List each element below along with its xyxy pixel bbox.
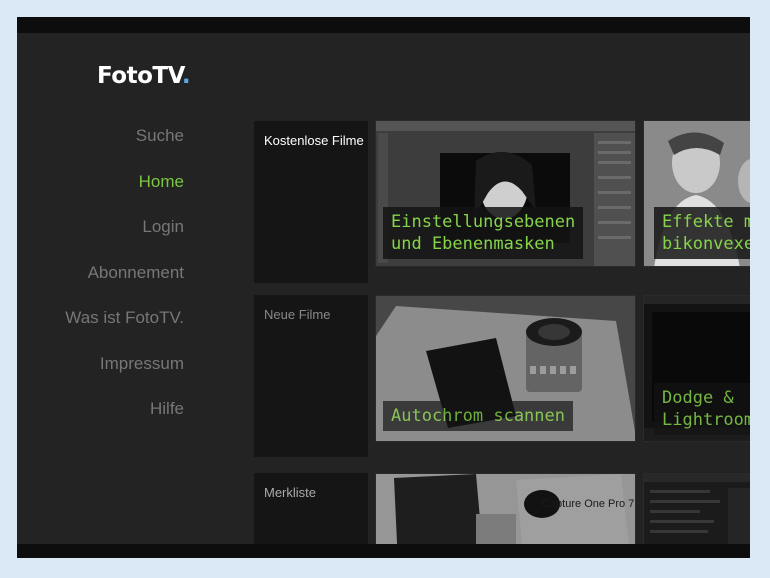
nav-item-impressum[interactable]: Impressum <box>65 351 184 397</box>
tile-caption: Effekte mi bikonvexer <box>654 207 750 259</box>
row-label-neue-filme: Neue Filme <box>254 295 368 457</box>
nav-item-home[interactable]: Home <box>65 169 184 215</box>
row-label-merkliste: Merkliste <box>254 473 368 544</box>
tile-autochrom-scannen[interactable]: Autochrom scannen <box>375 295 636 442</box>
nav-item-abonnement[interactable]: Abonnement <box>65 260 184 306</box>
tile-caption: Einstellungsebenen und Ebenenmasken <box>383 207 584 259</box>
capture-one-box-label: Capture One Pro 7 <box>542 498 635 510</box>
caption-line-1: Autochrom scannen <box>391 406 565 426</box>
tile-effekte-bikonvexer[interactable]: Effekte mi bikonvexer <box>643 120 750 267</box>
logo-dot: . <box>181 63 191 89</box>
tile-dodge-lightroom[interactable]: Dodge & Lightroom <box>643 295 750 442</box>
tile-einstellungsebenen[interactable]: Einstellungsebenen und Ebenenmasken <box>375 120 636 267</box>
dim-overlay <box>644 474 750 544</box>
caption-line-1: Einstellungsebenen <box>391 212 576 232</box>
logo-text: FotoTV <box>97 63 182 89</box>
tile-lightroom-panel[interactable] <box>643 473 750 544</box>
fototv-logo: FotoTV. <box>97 63 191 89</box>
main-nav: Suche Home Login Abonnement Was ist Foto… <box>65 123 184 442</box>
app-screen: FotoTV. Suche Home Login Abonnement Was … <box>17 33 750 544</box>
row-label-kostenlose-filme: Kostenlose Filme <box>254 121 368 283</box>
nav-item-hilfe[interactable]: Hilfe <box>65 396 184 442</box>
caption-line-2: und Ebenenmasken <box>391 234 555 254</box>
tv-frame: FotoTV. Suche Home Login Abonnement Was … <box>17 17 750 558</box>
nav-item-was-ist-fototv[interactable]: Was ist FotoTV. <box>65 305 184 351</box>
nav-item-suche[interactable]: Suche <box>65 123 184 169</box>
tile-caption: Autochrom scannen <box>383 401 573 431</box>
tile-capture-one[interactable]: Capture One Pro 7 <box>375 473 636 544</box>
caption-line-2: bikonvexer <box>662 234 750 254</box>
nav-item-login[interactable]: Login <box>65 214 184 260</box>
caption-line-1: Dodge & <box>662 388 734 408</box>
caption-line-1: Effekte mi <box>662 212 750 232</box>
caption-line-2: Lightroom <box>662 410 750 430</box>
tile-caption: Dodge & Lightroom <box>654 383 750 435</box>
